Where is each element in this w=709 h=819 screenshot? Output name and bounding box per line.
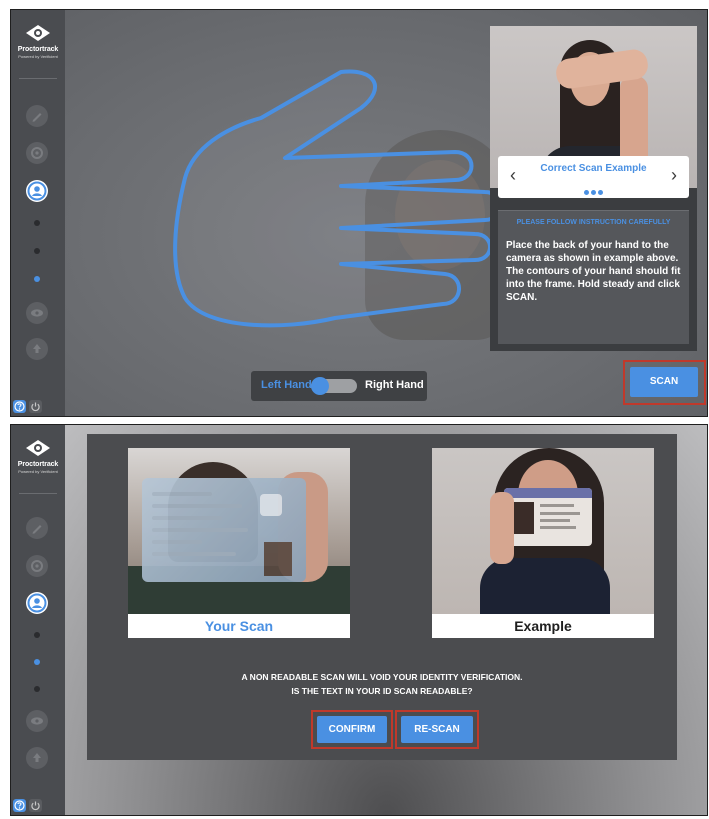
your-scan-image [128, 448, 350, 614]
example-id-line [540, 512, 580, 515]
instruction-heading: PLEASE FOLLOW INSTRUCTION CAREFULLY [516, 219, 671, 226]
help-icon[interactable] [13, 799, 26, 812]
example-panel: ‹ Correct Scan Example › PLEASE FOLLOW I… [490, 26, 697, 351]
left-hand-label[interactable]: Left Hand [261, 379, 312, 391]
substep-dot [34, 220, 40, 226]
brand: Proctortrack Powered by Verificient [11, 439, 65, 474]
example-hand [490, 492, 514, 564]
instruction-text: Place the back of your hand to the camer… [506, 240, 681, 303]
hand-scan-screen: Left Hand Right Hand ‹ Correct Scan Exam… [10, 9, 708, 417]
pencil-icon[interactable] [26, 105, 48, 127]
scanned-id-card [142, 478, 306, 582]
id-text-line [152, 492, 212, 496]
id-text-line [152, 516, 222, 520]
eye-icon[interactable] [26, 710, 48, 732]
id-text-line [152, 528, 248, 532]
power-icon[interactable] [29, 799, 42, 812]
settings-icon[interactable] [26, 555, 48, 577]
substep-dot-active [34, 659, 40, 665]
example-id-line [540, 526, 576, 529]
example-carousel: ‹ Correct Scan Example › [498, 156, 689, 198]
eye-icon[interactable] [26, 302, 48, 324]
substep-dot [34, 632, 40, 638]
example-id-header [504, 488, 592, 498]
instruction-box: PLEASE FOLLOW INSTRUCTION CAREFULLY Plac… [498, 210, 689, 344]
substep-dot-active [34, 276, 40, 282]
brand-tagline: Powered by Verificient [18, 469, 58, 474]
help-icon[interactable] [13, 400, 26, 413]
id-photo [264, 542, 292, 576]
sidebar: Proctortrack Powered by Verificient [11, 10, 65, 416]
power-icon[interactable] [29, 400, 42, 413]
right-hand-label[interactable]: Right Hand [365, 379, 424, 391]
upload-icon[interactable] [26, 747, 48, 769]
sidebar-divider [19, 78, 57, 79]
your-scan-card: Your Scan [128, 448, 350, 638]
warning-line-2: IS THE TEXT IN YOUR ID SCAN READABLE? [291, 686, 473, 696]
brand-name: Proctortrack [17, 46, 59, 53]
eye-logo-icon [25, 439, 51, 457]
your-scan-caption: Your Scan [204, 618, 274, 634]
example-top [480, 558, 610, 614]
id-scan-review-screen: Your Scan Example A NON READABLE SCAN WI… [10, 424, 708, 816]
brand-name: Proctortrack [17, 461, 59, 468]
id-text-line [152, 504, 242, 508]
id-text-line [152, 552, 236, 556]
rescan-button[interactable]: RE-SCAN [401, 716, 473, 743]
upload-icon[interactable] [26, 338, 48, 360]
hand-toggle[interactable]: Left Hand Right Hand [251, 371, 427, 401]
scan-review-modal: Your Scan Example A NON READABLE SCAN WI… [87, 434, 677, 760]
carousel-dot[interactable] [591, 190, 596, 195]
example-scan-card: Example [432, 448, 654, 638]
example-scan-image [432, 448, 654, 614]
example-id-line [540, 519, 570, 522]
example-caption: Example [514, 618, 572, 634]
substep-dot [34, 686, 40, 692]
carousel-dot[interactable] [598, 190, 603, 195]
example-id-line [540, 504, 574, 507]
carousel-pagination[interactable] [498, 182, 689, 200]
pencil-icon[interactable] [26, 517, 48, 539]
user-icon[interactable] [26, 180, 48, 202]
carousel-dot[interactable] [584, 190, 589, 195]
sidebar-divider [19, 493, 57, 494]
id-text-line [152, 540, 202, 544]
sidebar: Proctortrack Powered by Verificient [11, 425, 65, 815]
brand: Proctortrack Powered by Verificient [11, 24, 65, 59]
eye-logo-icon [25, 24, 51, 42]
substep-dot [34, 248, 40, 254]
user-icon[interactable] [26, 592, 48, 614]
hand-contour-guide [165, 68, 515, 336]
hand-toggle-knob[interactable] [311, 377, 329, 395]
confirm-button[interactable]: CONFIRM [317, 716, 387, 743]
settings-icon[interactable] [26, 142, 48, 164]
id-hologram [260, 494, 282, 516]
brand-tagline: Powered by Verificient [18, 54, 58, 59]
example-id-card [504, 488, 592, 546]
scan-button[interactable]: SCAN [630, 367, 698, 397]
carousel-title: Correct Scan Example [540, 163, 647, 174]
warning-line-1: A NON READABLE SCAN WILL VOID YOUR IDENT… [241, 672, 523, 682]
